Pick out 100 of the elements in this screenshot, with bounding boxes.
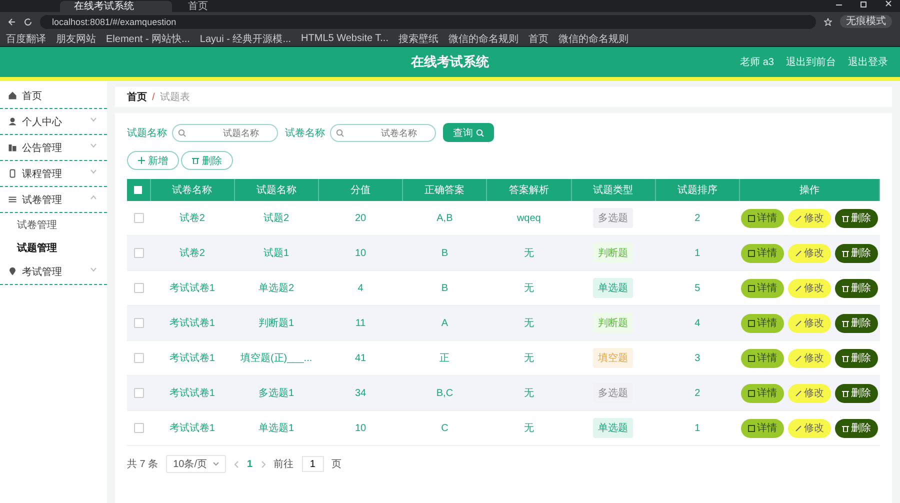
sliders-icon [8,195,17,204]
back-icon[interactable] [8,18,16,26]
row-checkbox[interactable] [134,388,144,398]
row-checkbox[interactable] [134,248,144,258]
browser-tab[interactable]: 首页 [174,1,286,12]
star-icon[interactable] [824,18,832,26]
delete-button[interactable]: 删除 [835,244,878,262]
address-field[interactable]: localhost:8081/#/examquestion [40,14,816,28]
detail-button[interactable]: 详情 [741,418,784,438]
page-input[interactable]: 1 [302,456,324,472]
trash-icon [192,157,199,164]
table-cell: 无 [486,236,572,270]
table-cell: 1 [655,410,740,446]
row-checkbox[interactable] [134,352,144,363]
edit-button[interactable]: 修改 [788,384,831,402]
type-tag: 多选题 [593,383,634,403]
column-header: 操作 [740,179,880,201]
caret-icon [213,462,220,466]
search-field[interactable]: 试卷名称 [330,124,436,142]
sidebar-item[interactable]: 课程管理 [0,161,107,187]
type-tag: 判断题 [593,313,634,333]
reload-icon[interactable] [24,18,32,26]
detail-button[interactable]: 详情 [741,384,784,402]
delete-button[interactable]: 删除 [835,384,878,402]
table-cell: 无 [486,376,572,410]
row-checkbox[interactable] [134,282,144,293]
row-checkbox[interactable] [134,212,144,223]
delete-button[interactable]: 删除 [835,278,878,298]
row-checkbox[interactable] [134,318,144,328]
type-tag: 单选题 [593,278,634,298]
detail-button[interactable]: 详情 [741,208,784,228]
search-icon [476,128,484,136]
sidebar-item[interactable]: 试卷管理 [0,187,107,213]
breadcrumb-link[interactable]: 首页 [127,90,147,104]
edit-button[interactable]: 修改 [788,244,831,262]
edit-button[interactable]: 修改 [788,348,831,368]
bookmark[interactable]: 百度翻译 [6,32,46,46]
table-cell: 11 [318,306,403,340]
column-header: 试题名称 [234,179,318,201]
edit-button[interactable]: 修改 [788,278,831,298]
column-header: 正确答案 [402,179,487,201]
bookmark[interactable]: 微信的命名规则 [448,32,518,46]
search-field[interactable]: 试题名称 [172,124,278,142]
delete-button[interactable]: 删除 [835,348,878,368]
sidebar-item[interactable]: 个人中心 [0,109,107,135]
detail-button[interactable]: 详情 [741,348,784,368]
profile-button[interactable]: 无痕模式 [840,15,892,28]
page-size-select[interactable]: 10条/页 [166,455,226,473]
detail-button[interactable]: 详情 [741,278,784,298]
edit-button[interactable]: 修改 [788,208,831,228]
trash-icon [842,214,849,222]
edit-button[interactable]: 修改 [788,418,831,438]
detail-button[interactable]: 详情 [741,244,784,262]
bookmark[interactable]: 微信的命名规则 [558,32,628,46]
pencil-icon [795,424,802,432]
bookmark[interactable]: 搜索壁纸 [398,32,438,46]
bookmark[interactable]: Layui - 经典开源模... [200,32,292,46]
table-cell: 10 [318,236,403,270]
table-cell: 多选题1 [234,376,318,410]
table-cell: 34 [318,376,403,410]
prev-page-icon[interactable] [234,460,240,468]
edit-button[interactable]: 修改 [788,314,831,332]
building-icon [8,143,17,152]
column-header: 试卷名称 [150,179,234,201]
bookmark[interactable]: HTML5 Website T... [301,33,388,44]
sidebar-item[interactable]: 考试管理 [0,259,107,285]
type-tag: 单选题 [593,418,634,438]
bookmark[interactable]: Element - 网站快... [106,32,190,46]
delete-button[interactable]: 删除 [835,314,878,332]
close-icon[interactable] [885,0,892,8]
type-tag: 填空题 [593,348,634,368]
bookmark[interactable]: 朋友网站 [56,32,96,46]
row-checkbox[interactable] [134,422,144,433]
page-suffix: 页 [332,458,342,471]
next-page-icon[interactable] [260,460,266,468]
bookmark[interactable]: 首页 [528,32,548,46]
table-cell: 1 [655,236,740,270]
sidebar-subitem[interactable]: 试卷管理 [0,213,107,236]
restore-icon[interactable] [860,0,867,8]
delete-button[interactable]: 删除 [835,418,878,438]
home-icon [8,91,17,100]
sidebar-item[interactable]: 公告管理 [0,135,107,161]
trash-icon [842,390,849,396]
sidebar-subitem[interactable]: 试题管理 [0,236,107,259]
search-label: 试卷名称 [285,126,325,140]
table-cell: 试卷2 [150,236,234,270]
table-cell: 试题1 [234,236,318,270]
detail-button[interactable]: 详情 [741,314,784,332]
table-cell: 4 [655,306,740,340]
select-all-checkbox[interactable] [134,186,142,194]
total-count: 共 7 条 [127,458,158,471]
column-header: 试题类型 [571,179,656,201]
trash-icon [842,284,849,292]
sidebar-item[interactable]: 首页 [0,83,107,109]
pencil-icon [795,320,802,326]
delete-button[interactable]: 删除 [835,208,878,228]
pencil-icon [795,214,802,222]
table-cell: C [402,410,487,446]
table-cell: A [402,306,487,340]
table-cell: 判断题1 [234,306,318,340]
